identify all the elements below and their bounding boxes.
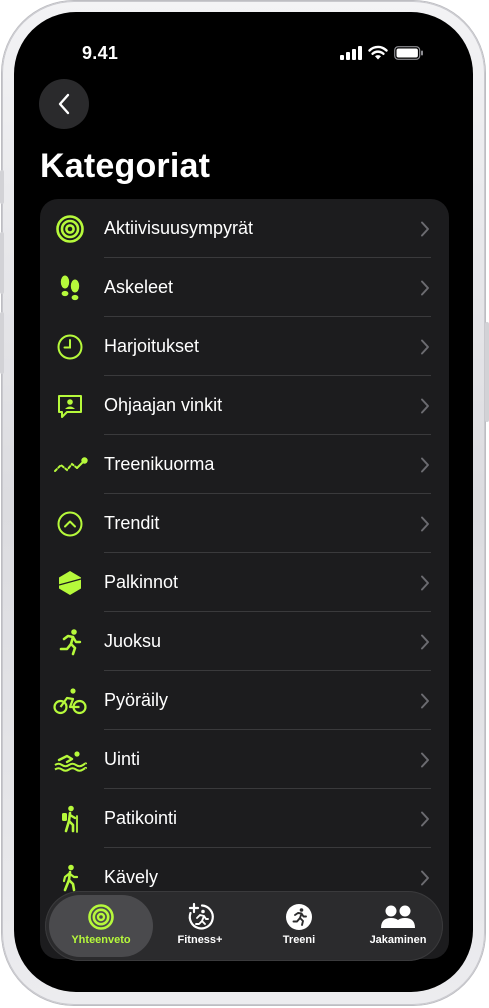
summary-rings-icon [87,901,115,933]
workout-icon [285,901,313,933]
category-row-training-load[interactable]: Treenikuorma [40,435,449,494]
category-label: Pyöräily [104,690,169,710]
wifi-icon [368,45,388,60]
tab-label: Jakaminen [369,934,427,946]
tab-workout[interactable]: Treeni [249,895,349,957]
chevron-right-icon [421,575,429,591]
category-row-trends[interactable]: Trendit [40,494,449,553]
category-label: Trendit [104,513,160,533]
category-label: Patikointi [104,808,178,828]
cellular-signal-icon [340,45,362,60]
category-row-awards[interactable]: Palkinnot [40,553,449,612]
chevron-right-icon [421,339,429,355]
category-label: Uinti [104,749,141,769]
page-title: Kategoriat [40,147,211,185]
chevron-right-icon [421,280,429,296]
category-row-running[interactable]: Juoksu [40,612,449,671]
training-load-icon [52,449,90,481]
clock-icon [54,331,86,363]
tab-summary[interactable]: Yhteenveto [49,895,153,957]
tab-fitness-plus[interactable]: Fitness+ [150,895,250,957]
tab-sharing[interactable]: Jakaminen [350,895,446,957]
category-row-hiking[interactable]: Patikointi [40,789,449,848]
category-label: Askeleet [104,277,174,297]
tab-bar: Yhteenveto Fitness+ Treeni Jakaminen [45,891,443,961]
sharing-icon [380,901,416,933]
chevron-right-icon [421,752,429,768]
activity-rings-icon [54,213,86,245]
tab-label: Yhteenveto [71,934,131,946]
trainer-tips-icon [54,390,86,422]
category-row-swimming[interactable]: Uinti [40,730,449,789]
category-row-steps[interactable]: Askeleet [40,258,449,317]
category-row-activity-rings[interactable]: Aktiivisuusympyrät [40,199,449,258]
action-button [0,170,4,204]
fitness-plus-icon [185,901,215,933]
status-bar: 9.41 [14,12,473,92]
chevron-left-icon [58,93,70,115]
swimming-icon [52,744,88,776]
walking-icon [54,862,86,894]
volume-down-button [0,312,4,374]
chevron-right-icon [421,811,429,827]
hiking-icon [54,803,86,835]
category-row-trainer-tips[interactable]: Ohjaajan vinkit [40,376,449,435]
tab-label: Treeni [282,934,316,946]
screen: 9.41 Kategoriat Aktiivisuusympyrät Askel… [14,12,473,992]
chevron-right-icon [421,634,429,650]
volume-up-button [0,232,4,294]
chevron-right-icon [421,398,429,414]
chevron-right-icon [421,693,429,709]
chevron-right-icon [421,870,429,886]
category-label: Kävely [104,867,159,887]
category-label: Aktiivisuusympyrät [104,218,254,238]
trends-icon [54,508,86,540]
chevron-right-icon [421,457,429,473]
side-button [485,322,489,422]
tab-label: Fitness+ [177,934,223,946]
category-label: Juoksu [104,631,162,651]
category-row-cycling[interactable]: Pyöräily [40,671,449,730]
category-label: Harjoitukset [104,336,200,356]
category-label: Ohjaajan vinkit [104,395,223,415]
footprints-icon [54,272,86,304]
category-row-workouts[interactable]: Harjoitukset [40,317,449,376]
awards-icon [54,567,86,599]
back-button[interactable] [39,79,89,129]
category-label: Palkinnot [104,572,179,592]
status-icons [340,45,424,60]
chevron-right-icon [421,221,429,237]
category-label: Treenikuorma [104,454,215,474]
running-icon [54,626,86,658]
cycling-icon [52,685,88,717]
status-time: 9.41 [82,43,119,63]
chevron-right-icon [421,516,429,532]
categories-list: Aktiivisuusympyrät Askeleet Harjoitukset… [40,199,449,959]
battery-icon [394,45,423,60]
